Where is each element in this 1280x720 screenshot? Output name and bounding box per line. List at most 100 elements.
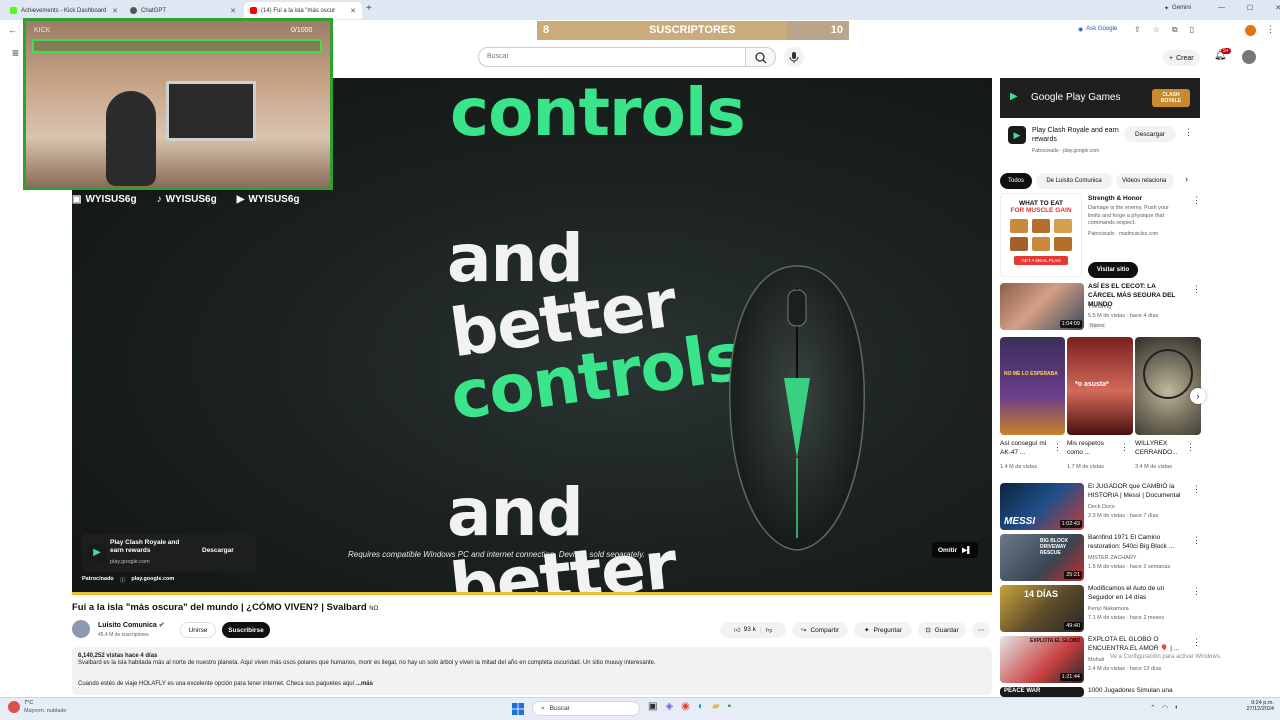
close-tab-icon[interactable]: ✕	[350, 7, 356, 15]
search-button[interactable]	[746, 47, 776, 67]
new-tab-button[interactable]: +	[366, 3, 372, 14]
promo-title[interactable]: Strength & Honor	[1088, 195, 1188, 204]
wifi-icon[interactable]: ◠	[1162, 704, 1168, 712]
ad-download-button[interactable]: Descargar	[202, 547, 234, 554]
chevron-right-icon[interactable]: ›	[1185, 174, 1188, 184]
short-menu-icon[interactable]: ⋮	[1186, 442, 1195, 453]
google-play-games-banner[interactable]: ▶ Google Play Games CLASH ROYALE	[1000, 78, 1200, 118]
video-title[interactable]: Barnfind 1971 El Camino restoration: 540…	[1088, 534, 1188, 552]
chrome-icon[interactable]: ◉	[681, 701, 690, 712]
video-menu-icon[interactable]: ⋮	[1192, 484, 1201, 495]
short-title[interactable]: WILLYREX CERRANDO...	[1135, 440, 1185, 458]
video-thumbnail[interactable]: EXPLOTA EL GLOBO 1:21:44	[1000, 636, 1084, 683]
skip-ad-button[interactable]: Omitir ▶▌	[932, 542, 978, 558]
video-channel[interactable]: TheGrefg	[1088, 304, 1111, 312]
maximize-icon[interactable]: ☐	[1247, 4, 1253, 12]
tab-chatgpt[interactable]: ChatGPT ✕	[124, 2, 242, 19]
video-description[interactable]: 6,140,252 vistas hace 4 días Svalbard es…	[72, 647, 992, 695]
video-thumbnail[interactable]: PEACE WAR	[1000, 687, 1084, 697]
video-progress-bar[interactable]	[72, 592, 992, 595]
ask-google-button[interactable]: ◉ Ask Google	[1078, 26, 1117, 33]
extensions-icon[interactable]: ⧉	[1172, 25, 1178, 35]
video-thumbnail[interactable]: 1:04:09	[1000, 283, 1084, 330]
hamburger-menu-icon[interactable]: ≡	[12, 46, 19, 60]
microphone-icon	[789, 52, 799, 63]
volume-icon[interactable]: ◖	[1174, 704, 1178, 712]
short-menu-icon[interactable]: ⋮	[1120, 442, 1129, 453]
video-title[interactable]: 1000 Jugadores Simulan una	[1088, 687, 1188, 696]
close-tab-icon[interactable]: ✕	[230, 7, 236, 15]
video-ad-card[interactable]: ▶ Play Clash Royale and earn rewards pla…	[82, 534, 256, 572]
short-thumbnail[interactable]	[1135, 337, 1201, 435]
channel-name[interactable]: Luisito Comunica ✔	[98, 621, 165, 629]
short-thumbnail[interactable]: *o asusta*	[1067, 337, 1133, 435]
short-thumbnail[interactable]: NO ME LO ESPERABA	[1000, 337, 1065, 435]
sidebar-ad-download-button[interactable]: Descargar	[1124, 126, 1176, 142]
sidepanel-icon[interactable]: ▯	[1190, 25, 1194, 35]
taskbar-search[interactable]: ⌕ Buscar	[532, 701, 640, 716]
video-channel[interactable]: Kenyi Nakamura	[1088, 606, 1129, 614]
video-menu-icon[interactable]: ⋮	[1192, 284, 1201, 295]
subscriber-goal-bar: 8 SUSCRIPTORES 10	[537, 21, 849, 40]
clock[interactable]: 9:24 p.m. 27/12/2024	[1240, 700, 1274, 712]
user-avatar[interactable]	[1242, 50, 1256, 64]
video-title[interactable]: El JUGADOR que CAMBIÓ la HISTORIA | Mess…	[1088, 483, 1188, 501]
visit-site-button[interactable]: Visitar sitio	[1088, 262, 1138, 278]
promo-menu-icon[interactable]: ⋮	[1192, 195, 1201, 206]
close-tab-icon[interactable]: ✕	[112, 7, 118, 15]
video-title[interactable]: Modificamos el Auto de un Seguidor en 14…	[1088, 585, 1188, 603]
tray-chevron-icon[interactable]: ⌃	[1150, 704, 1156, 712]
short-title[interactable]: Mis respetos como ...	[1067, 440, 1117, 458]
channel-avatar[interactable]	[72, 620, 90, 638]
save-button[interactable]: ⊡ Guardar	[918, 622, 966, 638]
chip-related[interactable]: Videos relaciona	[1116, 173, 1174, 189]
profile-avatar[interactable]	[1245, 25, 1256, 36]
info-icon[interactable]: ⓘ	[120, 576, 126, 584]
minimize-icon[interactable]: —	[1218, 4, 1225, 12]
task-view-icon[interactable]: ▣	[648, 701, 657, 712]
chip-all[interactable]: Todos	[1000, 173, 1032, 189]
subscribe-button[interactable]: Suscribirse	[222, 622, 270, 638]
join-button[interactable]: Unirse	[180, 622, 216, 638]
video-thumbnail[interactable]: MESSI 1:02:43	[1000, 483, 1084, 530]
share-icon[interactable]: ⇪	[1134, 25, 1141, 35]
sidebar-ad-menu-icon[interactable]: ⋮	[1184, 127, 1193, 138]
create-button[interactable]: + Crear	[1163, 50, 1200, 66]
kick-app-icon[interactable]: ▪	[728, 701, 732, 712]
show-more-link[interactable]: ...más	[356, 681, 373, 687]
video-menu-icon[interactable]: ⋮	[1192, 637, 1201, 648]
like-button[interactable]: 👍︎ 93 k	[734, 626, 756, 634]
menu-kebab-icon[interactable]: ⋮	[1266, 24, 1275, 35]
promo-thumbnail[interactable]: WHAT TO EAT FOR MUSCLE GAIN GET A MEAL P…	[1000, 193, 1082, 277]
sidebar-ad-title[interactable]: Play Clash Royale and earn rewards	[1032, 126, 1122, 145]
copilot-icon[interactable]: ◈	[665, 701, 673, 712]
short-menu-icon[interactable]: ⋮	[1053, 442, 1062, 453]
search-input[interactable]: Buscar	[478, 47, 746, 67]
video-menu-icon[interactable]: ⋮	[1192, 586, 1201, 597]
tab-youtube[interactable]: (14) Fui a la isla "más oscur ✕	[244, 2, 362, 19]
chip-channel[interactable]: De Luisito Comunica	[1036, 173, 1112, 189]
more-actions-button[interactable]: ⋯	[972, 622, 990, 638]
file-explorer-icon[interactable]: ▰	[712, 701, 720, 712]
shorts-next-chevron-icon[interactable]: ›	[1190, 388, 1206, 404]
video-channel[interactable]: Mohali	[1088, 657, 1104, 665]
video-thumbnail[interactable]: BIG BLOCK DRIVEWAY RESCUE 25:21	[1000, 534, 1084, 581]
ask-button[interactable]: ✦ Preguntar	[854, 622, 912, 638]
video-menu-icon[interactable]: ⋮	[1192, 535, 1201, 546]
edge-icon[interactable]: ◐	[698, 701, 704, 712]
video-channel[interactable]: MISTER ZACHARY	[1088, 555, 1137, 563]
weather-icon[interactable]	[8, 701, 20, 713]
video-title[interactable]: EXPLOTA EL GLOBO O ENCUENTRA EL AMOR 🎈 |…	[1088, 636, 1188, 654]
back-icon[interactable]: ←	[8, 25, 17, 35]
windows-start-icon[interactable]	[512, 702, 524, 715]
close-window-icon[interactable]: ✕	[1275, 4, 1280, 12]
video-thumbnail[interactable]: 14 DÍAS 49:40	[1000, 585, 1084, 632]
gemini-button[interactable]: ✦ Gemini	[1164, 5, 1191, 12]
video-channel[interactable]: Deck Docs	[1088, 504, 1115, 512]
tab-kick-dashboard[interactable]: Achievements - Kick Dashboard ✕	[4, 2, 124, 19]
short-title[interactable]: Así conseguí mi AK-47 ...	[1000, 440, 1050, 458]
thumbs-down-icon[interactable]: 👎︎	[766, 626, 773, 634]
bookmark-star-icon[interactable]: ☆	[1153, 25, 1160, 35]
voice-search-button[interactable]	[784, 47, 804, 67]
share-button[interactable]: ↪ Compartir	[792, 622, 848, 638]
